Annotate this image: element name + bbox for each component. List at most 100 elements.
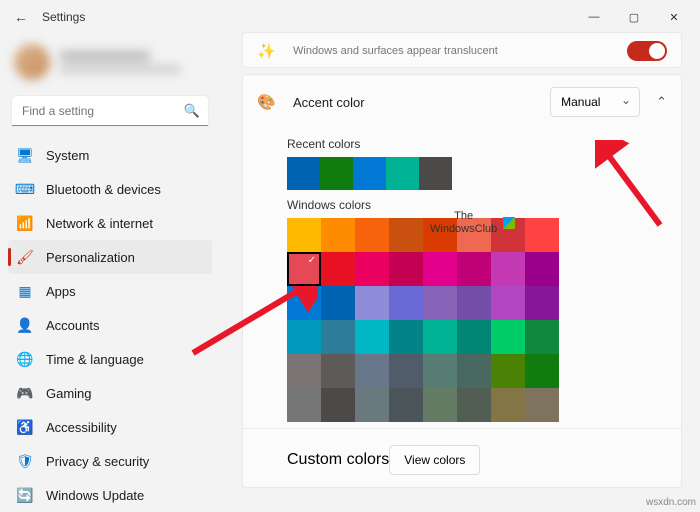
windows-swatch[interactable]	[525, 252, 559, 286]
windows-swatch[interactable]	[355, 354, 389, 388]
maximize-button[interactable]: ▢	[614, 2, 654, 32]
view-colors-button[interactable]: View colors	[389, 445, 480, 475]
accent-color-row[interactable]: 🎨 Accent color Manual ⌃	[243, 75, 681, 129]
windows-swatch[interactable]	[287, 354, 321, 388]
sidebar-item-time-language[interactable]: 🌐Time & language	[8, 342, 212, 376]
windows-swatch[interactable]	[389, 320, 423, 354]
windows-swatch[interactable]	[287, 388, 321, 422]
nav-icon: 🛡	[16, 452, 34, 470]
windows-swatch[interactable]	[321, 354, 355, 388]
sidebar-item-system[interactable]: 🖥System	[8, 138, 212, 172]
recent-swatch[interactable]	[287, 157, 320, 190]
transparency-toggle[interactable]	[627, 41, 667, 61]
windows-swatch[interactable]	[389, 354, 423, 388]
windows-swatch[interactable]	[389, 252, 423, 286]
nav-icon: 📶	[16, 214, 34, 232]
windows-swatch[interactable]	[491, 252, 525, 286]
windows-swatch[interactable]	[355, 252, 389, 286]
windows-swatch[interactable]	[355, 218, 389, 252]
windows-swatch[interactable]	[287, 252, 321, 286]
windows-swatch[interactable]	[457, 286, 491, 320]
custom-colors-row: Custom colors View colors	[243, 428, 681, 487]
nav-icon: ♿	[16, 418, 34, 436]
nav-list: 🖥System⌨Bluetooth & devices📶Network & in…	[8, 138, 212, 504]
windows-swatch[interactable]	[389, 218, 423, 252]
windows-swatch[interactable]	[457, 388, 491, 422]
nav-icon: 🖌	[16, 248, 34, 266]
nav-icon: 🌐	[16, 350, 34, 368]
windows-swatch[interactable]	[355, 388, 389, 422]
windows-swatch[interactable]	[423, 320, 457, 354]
close-button[interactable]: ✕	[654, 2, 694, 32]
windows-swatch[interactable]	[321, 218, 355, 252]
nav-icon: ⌨	[16, 180, 34, 198]
windows-swatch[interactable]	[321, 252, 355, 286]
windows-swatch[interactable]	[389, 286, 423, 320]
user-card[interactable]	[8, 34, 212, 90]
windows-swatch[interactable]	[321, 286, 355, 320]
avatar	[14, 44, 50, 80]
windows-swatch[interactable]	[525, 218, 559, 252]
windows-swatch[interactable]	[389, 388, 423, 422]
minimize-button[interactable]: —	[574, 2, 614, 32]
windows-swatch[interactable]	[491, 320, 525, 354]
windows-swatch[interactable]	[525, 320, 559, 354]
sidebar-item-gaming[interactable]: 🎮 Gaming	[8, 376, 212, 410]
sidebar-item-accessibility[interactable]: ♿Accessibility	[8, 410, 212, 444]
search-box[interactable]: 🔍	[12, 96, 208, 126]
search-icon: 🔍	[184, 103, 200, 119]
search-input[interactable]	[12, 96, 208, 126]
nav-label: Accounts	[46, 318, 99, 333]
chevron-up-icon[interactable]: ⌃	[656, 94, 667, 110]
sidebar-item-accounts[interactable]: 👤Accounts	[8, 308, 212, 342]
windows-swatch[interactable]	[491, 354, 525, 388]
custom-colors-label: Custom colors	[287, 451, 389, 469]
windows-swatch[interactable]	[491, 388, 525, 422]
nav-icon: 🎮	[16, 384, 34, 402]
windows-swatch[interactable]	[287, 286, 321, 320]
sidebar-item-personalization[interactable]: 🖌 Personalization	[8, 240, 212, 274]
windows-swatch[interactable]	[355, 320, 389, 354]
transparency-card[interactable]: ✨ Windows and surfaces appear translucen…	[242, 32, 682, 68]
transparency-subtitle: Windows and surfaces appear translucent	[293, 45, 498, 57]
content-area: Personalization › Colors 🎨 Accent color …	[220, 34, 700, 512]
windows-swatch[interactable]	[287, 218, 321, 252]
sidebar-item-privacy-security[interactable]: 🛡 Privacy & security	[8, 444, 212, 478]
nav-label: Apps	[46, 284, 76, 299]
windows-swatch[interactable]	[525, 286, 559, 320]
recent-swatch[interactable]	[353, 157, 386, 190]
nav-icon: 🔄	[16, 486, 34, 504]
windows-swatch[interactable]	[491, 286, 525, 320]
window-controls: — ▢ ✕	[574, 2, 694, 32]
windows-swatch[interactable]	[525, 388, 559, 422]
nav-label: Windows Update	[46, 488, 144, 503]
recent-colors-label: Recent colors	[287, 137, 681, 151]
windows-swatch[interactable]	[423, 388, 457, 422]
windows-swatch[interactable]	[423, 252, 457, 286]
sidebar-item-bluetooth-devices[interactable]: ⌨Bluetooth & devices	[8, 172, 212, 206]
nav-icon: ▦	[16, 282, 34, 300]
back-button[interactable]: ←	[6, 2, 36, 32]
recent-swatch[interactable]	[320, 157, 353, 190]
recent-swatch[interactable]	[419, 157, 452, 190]
recent-swatch[interactable]	[386, 157, 419, 190]
windows-swatch[interactable]	[457, 354, 491, 388]
windows-swatch[interactable]	[287, 320, 321, 354]
watermark: TheWindowsClub	[430, 210, 515, 236]
nav-label: Gaming	[46, 386, 92, 401]
sidebar-item-apps[interactable]: ▦ Apps	[8, 274, 212, 308]
sidebar-item-windows-update[interactable]: 🔄 Windows Update	[8, 478, 212, 504]
windows-swatch[interactable]	[423, 286, 457, 320]
accent-mode-select[interactable]: Manual	[550, 87, 640, 117]
windows-swatch[interactable]	[321, 320, 355, 354]
nav-label: Personalization	[46, 250, 135, 265]
windows-swatch[interactable]	[457, 252, 491, 286]
windows-swatch[interactable]	[525, 354, 559, 388]
windows-swatch[interactable]	[355, 286, 389, 320]
windows-swatch[interactable]	[457, 320, 491, 354]
nav-label: Privacy & security	[46, 454, 149, 469]
windows-swatch[interactable]	[423, 354, 457, 388]
titlebar: ← Settings — ▢ ✕	[0, 0, 700, 34]
sidebar-item-network-internet[interactable]: 📶Network & internet	[8, 206, 212, 240]
windows-swatch[interactable]	[321, 388, 355, 422]
